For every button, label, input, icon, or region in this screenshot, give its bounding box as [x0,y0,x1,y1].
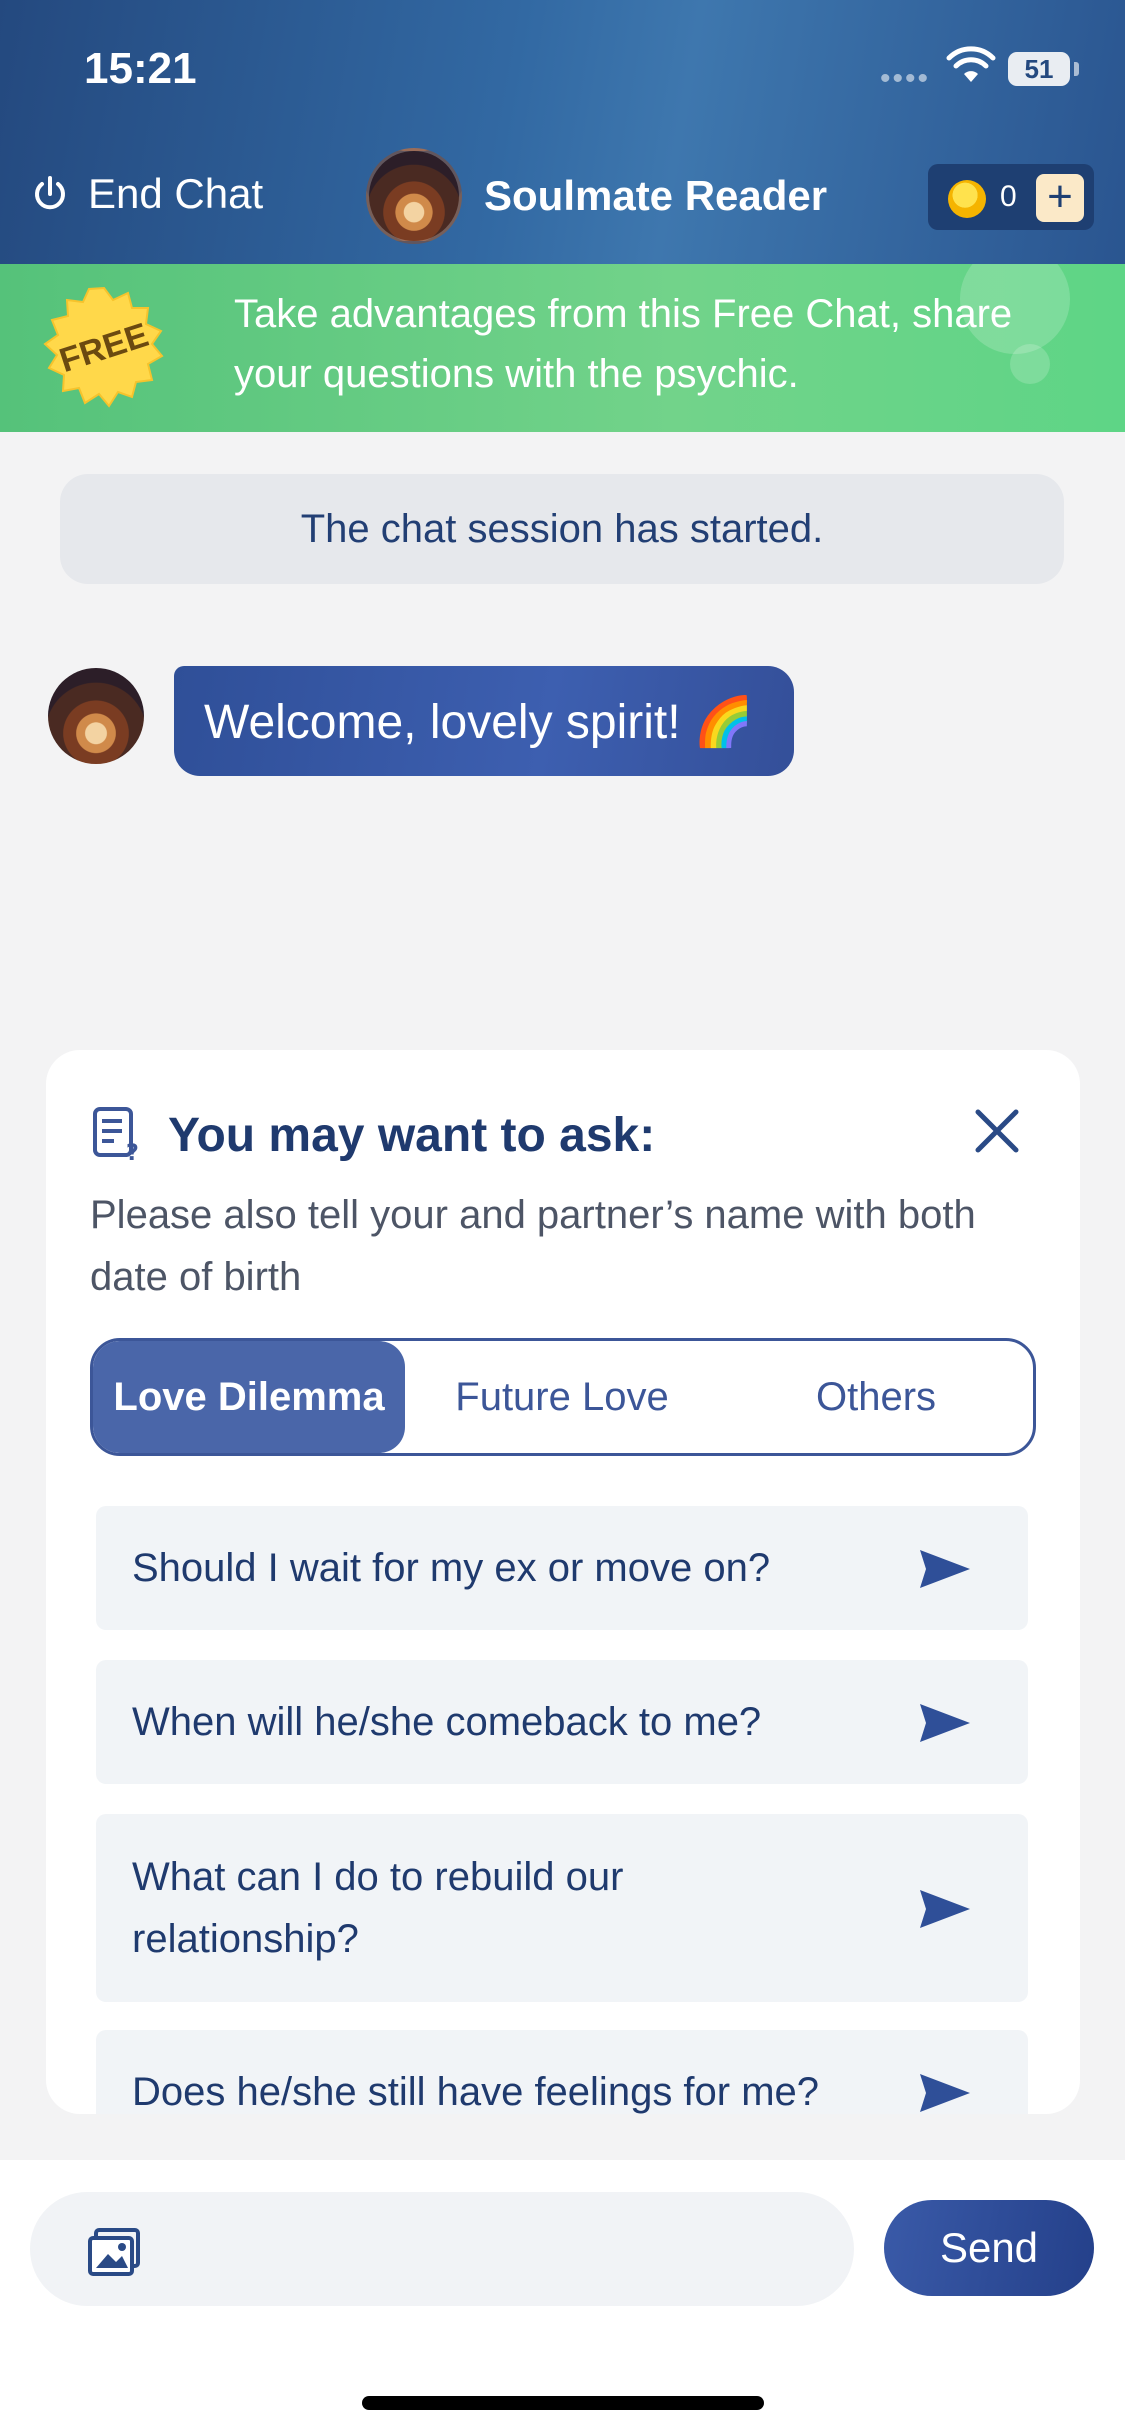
tab-others[interactable]: Others [719,1341,1033,1453]
question-text: What can I do to rebuild our relationshi… [132,1855,624,1961]
home-indicator[interactable] [362,2396,764,2410]
question-item[interactable]: Does he/she still have feelings for me? [96,2030,1028,2114]
composer-bar: Send [0,2160,1125,2436]
suggestions-title: You may want to ask: [168,1109,656,1162]
question-text: Does he/she still have feelings for me? [132,2070,820,2114]
send-button[interactable]: Send [884,2200,1094,2296]
image-icon[interactable] [88,2228,140,2276]
add-coins-button[interactable]: + [1036,174,1084,222]
question-item[interactable]: Should I wait for my ex or move on? [96,1506,1028,1630]
send-arrow-icon[interactable] [918,2072,972,2114]
suggestions-subtitle: Please also tell your and partner’s name… [90,1193,976,1299]
session-notice: The chat session has started. [60,474,1064,584]
question-item[interactable]: When will he/she comeback to me? [96,1660,1028,1784]
question-list-icon: ? [93,1107,139,1162]
end-chat-button[interactable]: End Chat [30,170,263,218]
wifi-icon [946,46,996,82]
question-text: When will he/she comeback to me? [132,1700,762,1744]
send-arrow-icon[interactable] [918,1888,972,1930]
battery-tip [1074,62,1079,76]
header: 15:21 •••• 51 End Chat Soulmate Reader 0… [0,0,1125,264]
coin-icon [948,180,986,218]
promo-text: Take advantages from this Free Chat, sha… [234,292,1013,396]
free-badge-text: FREE [54,315,153,380]
send-arrow-icon[interactable] [918,1548,972,1590]
coin-balance[interactable]: 0 + [928,164,1094,230]
power-icon [35,176,65,210]
reader-avatar[interactable] [366,148,462,244]
message-avatar[interactable] [48,668,144,764]
reader-name[interactable]: Soulmate Reader [484,172,827,220]
free-chat-banner: FREE Take advantages from this Free Chat… [0,264,1125,432]
suggestion-tabs: Love Dilemma Future Love Others [90,1338,1036,1456]
svg-text:?: ? [126,1141,139,1162]
battery-indicator: 51 [1008,52,1070,86]
tab-future-love[interactable]: Future Love [405,1341,719,1453]
send-arrow-icon[interactable] [918,1702,972,1744]
free-badge: FREE [42,286,166,410]
suggestions-panel: ? You may want to ask: Please also tell … [46,1050,1080,2114]
question-text: Should I wait for my ex or move on? [132,1546,771,1590]
message-bubble: Welcome, lovely spirit! 🌈 [174,666,794,776]
end-chat-label: End Chat [88,170,264,217]
close-icon[interactable] [974,1108,1020,1154]
coin-count: 0 [1000,180,1017,213]
message-input[interactable] [30,2192,854,2306]
status-time: 15:21 [84,44,197,93]
signal-icon: •••• [880,62,931,95]
question-item[interactable]: What can I do to rebuild our relationshi… [96,1814,1028,2002]
tab-love-dilemma[interactable]: Love Dilemma [93,1341,405,1453]
